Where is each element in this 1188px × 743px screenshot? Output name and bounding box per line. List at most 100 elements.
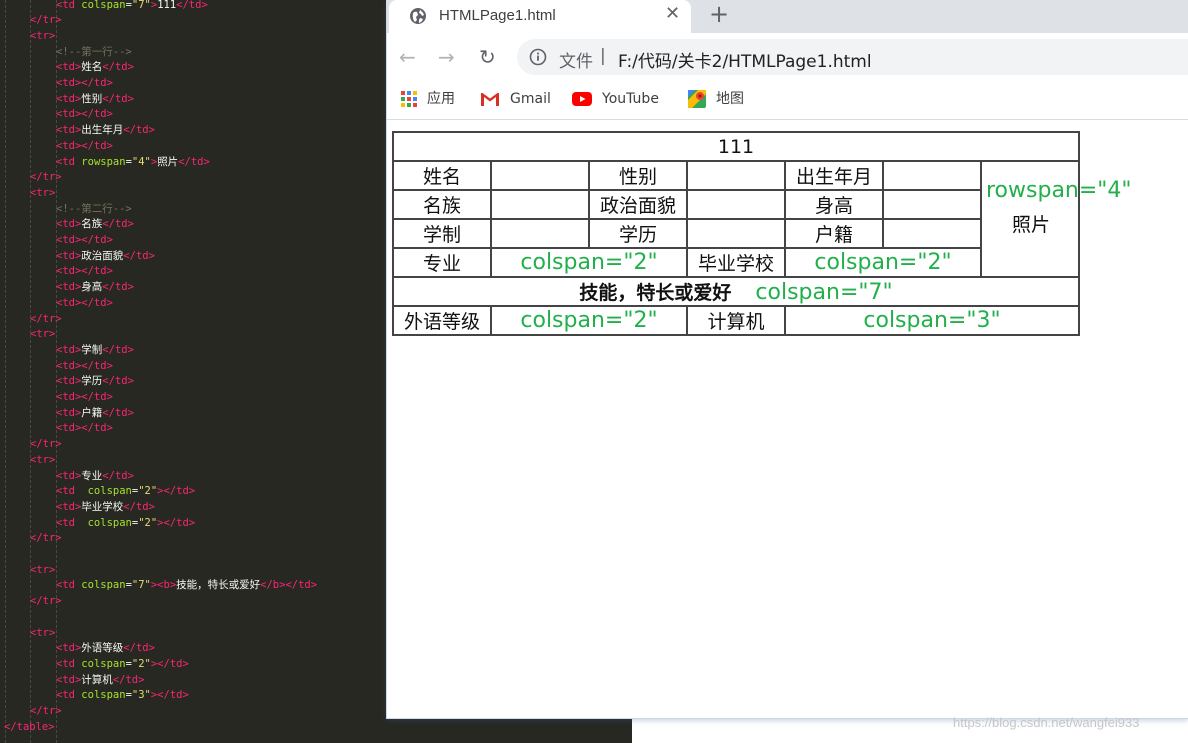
reload-button[interactable]: ↻: [479, 45, 496, 69]
photo-cell: rowspan="4" 照片: [980, 160, 1132, 278]
code-line: <td>政治面貌</td>: [56, 249, 155, 262]
empty-cell: [882, 189, 982, 220]
table-header-cell: 111: [392, 131, 1080, 162]
label-cell-birth: 出生年月: [784, 160, 884, 191]
code-line: </tr>: [30, 312, 62, 325]
code-line: <!--第一行-->: [56, 45, 132, 58]
tab-title: HTMLPage1.html: [439, 7, 556, 24]
bookmark-maps[interactable]: 地图: [688, 88, 744, 110]
code-line: <td></td>: [56, 139, 113, 152]
rowspan-annotation: rowspan="4": [986, 178, 1132, 203]
code-line: <td>身高</td>: [56, 281, 134, 294]
label-cell-ethnicity: 名族: [392, 189, 492, 220]
code-line: <td colspan="7"><b>技能，特长或爱好</b></td>: [56, 579, 318, 592]
bookmark-label: Gmail: [510, 91, 551, 107]
code-line: <td></td>: [56, 77, 113, 89]
code-line: <tr>: [30, 186, 56, 199]
label-cell-major: 专业: [392, 247, 492, 278]
tab-htmlpage1[interactable]: HTMLPage1.html ✕: [389, 0, 691, 33]
empty-cell: [882, 218, 982, 249]
watermark: https://blog.csdn.net/wangfei933: [953, 715, 1140, 730]
code-line: </tr>: [30, 705, 62, 717]
url-text[interactable]: F:/代码/关卡2/HTMLPage1.html: [618, 47, 872, 72]
code-line: <td rowspan="4">照片</td>: [56, 155, 210, 168]
code-line: <td></td>: [56, 422, 113, 435]
code-line: <td>外语等级</td>: [56, 642, 155, 655]
code-line: <td colspan="2"></td>: [56, 657, 189, 670]
bookmark-label: YouTube: [602, 91, 659, 107]
code-line: <!--第二行-->: [56, 202, 132, 215]
code-line: <td colspan="2"></td>: [56, 516, 196, 529]
code-line: <td>计算机</td>: [56, 673, 145, 686]
browser-toolbar: ← → ↻ 文件 | F:/代码/关卡2/HTMLPage1.html: [387, 33, 1188, 81]
skills-cell: 技能，特长或爱好 colspan="7": [392, 276, 1080, 307]
new-tab-button[interactable]: +: [709, 0, 729, 28]
skills-label: 技能，特长或爱好: [579, 282, 732, 304]
label-cell-household: 户籍: [784, 218, 884, 249]
table-row: 外语等级 colspan="2" 计算机 colspan="3": [392, 305, 1080, 336]
code-line: <td></td>: [56, 296, 113, 309]
bookmark-gmail[interactable]: Gmail: [480, 88, 551, 110]
code-line: </tr>: [30, 171, 62, 184]
code-line: <td></td>: [56, 265, 113, 278]
code-line: <td></td>: [56, 391, 113, 403]
gmail-icon: [480, 92, 500, 106]
tab-strip: HTMLPage1.html ✕ +: [387, 0, 1188, 33]
code-line: <td>出生年月</td>: [56, 124, 155, 137]
table-row: 名族 政治面貌 身高: [392, 189, 1079, 220]
bookmark-apps[interactable]: 应用: [401, 88, 455, 110]
code-line: <td>毕业学校</td>: [56, 500, 155, 513]
colspan-annotation: colspan="3": [784, 305, 1080, 336]
resume-table: 111 姓名 性别 出生年月 rowspan="4" 照片 名族 政治面貌 身高: [392, 131, 1132, 336]
apps-grid-icon: [401, 91, 417, 107]
code-line: <td>姓名</td>: [56, 61, 134, 74]
code-line: <td></td>: [56, 108, 113, 121]
label-cell-political: 政治面貌: [588, 189, 688, 220]
label-cell-schooling: 学制: [392, 218, 492, 249]
table-row: 学制 学历 户籍: [392, 218, 1079, 249]
label-cell-gender: 性别: [588, 160, 688, 191]
empty-cell: [686, 160, 786, 191]
page-viewport: 111 姓名 性别 出生年月 rowspan="4" 照片 名族 政治面貌 身高: [387, 120, 1188, 718]
table-row: 技能，特长或爱好 colspan="7": [392, 276, 1080, 307]
indent-guide: [5, 0, 6, 743]
code-line: </table>: [4, 720, 55, 733]
colspan-annotation: colspan="2": [490, 247, 688, 278]
back-button[interactable]: ←: [399, 45, 416, 69]
empty-cell: [490, 160, 590, 191]
code-line: <tr>: [30, 626, 56, 639]
colspan-annotation: colspan="7": [755, 280, 893, 305]
code-line: </tr>: [30, 532, 62, 545]
empty-cell: [686, 189, 786, 220]
label-cell-school: 毕业学校: [686, 247, 786, 278]
colspan-annotation: colspan="2": [784, 247, 982, 278]
code-line: <td colspan="7">111</td>: [56, 0, 208, 11]
bookmark-label: 地图: [716, 91, 744, 107]
globe-icon: [410, 8, 426, 24]
code-line: <td colspan="3"></td>: [56, 689, 189, 702]
code-line: <td>名族</td>: [56, 218, 134, 231]
code-line: <td></td>: [56, 359, 113, 372]
url-separator: |: [600, 46, 606, 66]
close-icon[interactable]: ✕: [665, 3, 680, 24]
empty-cell: [490, 218, 590, 249]
label-cell-height: 身高: [784, 189, 884, 220]
label-cell-name: 姓名: [392, 160, 492, 191]
youtube-icon: [572, 92, 592, 106]
table-row: 姓名 性别 出生年月 rowspan="4" 照片: [392, 160, 1132, 278]
forward-button[interactable]: →: [438, 45, 455, 69]
address-bar[interactable]: 文件 | F:/代码/关卡2/HTMLPage1.html: [517, 39, 1188, 75]
table-row: 111: [392, 131, 1080, 162]
empty-cell: [490, 189, 590, 220]
info-icon[interactable]: [529, 48, 547, 66]
code-line: <td colspan="2"></td>: [56, 485, 196, 498]
code-line: <tr>: [30, 328, 56, 341]
code-line: <td>性别</td>: [56, 92, 134, 105]
bookmark-label: 应用: [427, 91, 455, 107]
bookmarks-bar: 应用 Gmail YouTube 地图: [387, 81, 1188, 120]
label-cell-computer: 计算机: [686, 305, 786, 336]
code-line: <td>学制</td>: [56, 343, 134, 356]
bookmark-youtube[interactable]: YouTube: [572, 88, 659, 110]
label-cell-language: 外语等级: [392, 305, 492, 336]
code-line: <tr>: [30, 563, 56, 576]
